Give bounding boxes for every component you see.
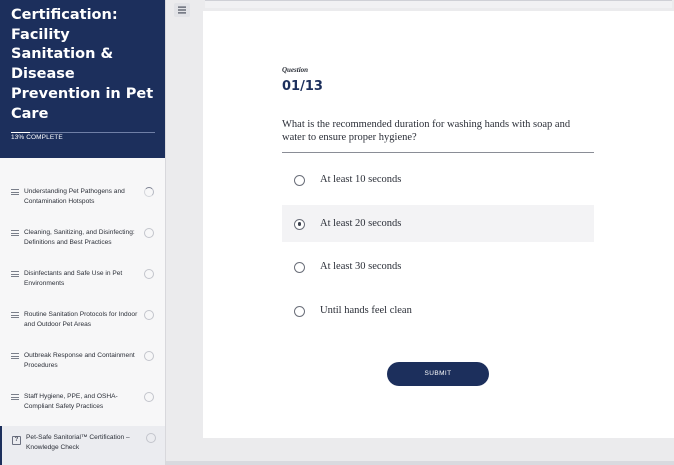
radio-button[interactable] bbox=[294, 175, 305, 186]
lines-icon bbox=[11, 394, 19, 402]
lesson-label: Pet-Safe Sanitorial™ Certification – Kno… bbox=[26, 434, 130, 451]
answer-option[interactable]: Until hands feel clean bbox=[282, 292, 594, 329]
answer-option[interactable]: At least 10 seconds bbox=[282, 161, 594, 198]
course-title: Sanitorial Certification: Facility Sanit… bbox=[11, 0, 154, 122]
course-sidebar: Sanitorial Certification: Facility Sanit… bbox=[0, 0, 166, 465]
submit-button[interactable]: SUBMIT bbox=[387, 362, 489, 386]
lesson-item[interactable]: Outbreak Response and Containment Proced… bbox=[0, 344, 165, 385]
question-icon: ? bbox=[12, 436, 21, 445]
progress-bar-fill bbox=[11, 132, 30, 133]
lesson-list: Understanding Pet Pathogens and Contamin… bbox=[0, 180, 165, 465]
status-circle-icon bbox=[144, 310, 154, 320]
lesson-label: Cleaning, Sanitizing, and Disinfecting: … bbox=[24, 229, 135, 246]
radio-button[interactable] bbox=[294, 262, 305, 273]
lesson-item[interactable]: Cleaning, Sanitizing, and Disinfecting: … bbox=[0, 221, 165, 262]
answer-option[interactable]: At least 30 seconds bbox=[282, 248, 594, 285]
radio-button[interactable] bbox=[294, 305, 305, 317]
answer-label: Until hands feel clean bbox=[320, 304, 412, 316]
lines-icon bbox=[11, 271, 19, 279]
lines-icon bbox=[11, 189, 19, 197]
lines-icon bbox=[11, 353, 19, 361]
lines-icon bbox=[11, 230, 19, 238]
answer-options: At least 10 seconds At least 20 seconds … bbox=[282, 161, 594, 335]
progress-label: 13% COMPLETE bbox=[11, 134, 63, 141]
status-circle-icon bbox=[144, 269, 154, 279]
lesson-label: Disinfectants and Safe Use in Pet Enviro… bbox=[24, 270, 123, 287]
lesson-item[interactable]: Routine Sanitation Protocols for Indoor … bbox=[0, 303, 165, 344]
lesson-label: Understanding Pet Pathogens and Contamin… bbox=[24, 188, 125, 205]
quiz-card: Question 01/13 What is the recommended d… bbox=[203, 11, 674, 438]
progress-bar bbox=[11, 132, 155, 133]
lesson-item[interactable]: Disinfectants and Safe Use in Pet Enviro… bbox=[0, 262, 165, 303]
in-progress-icon bbox=[144, 187, 154, 197]
question-number: 01/13 bbox=[282, 79, 323, 94]
answer-option-selected[interactable]: At least 20 seconds bbox=[282, 204, 594, 242]
status-circle-icon bbox=[144, 351, 154, 361]
sidebar-toggle-button[interactable] bbox=[174, 3, 190, 17]
lesson-item[interactable]: Understanding Pet Pathogens and Contamin… bbox=[0, 180, 165, 221]
lesson-item-current[interactable]: ? Pet-Safe Sanitorial™ Certification – K… bbox=[0, 426, 165, 465]
status-circle-icon bbox=[144, 228, 154, 238]
lesson-item[interactable]: Staff Hygiene, PPE, and OSHA-Compliant S… bbox=[0, 385, 165, 426]
lesson-label: Outbreak Response and Containment Proced… bbox=[24, 352, 135, 369]
status-circle-icon bbox=[146, 433, 156, 443]
top-scrollbar[interactable] bbox=[205, 0, 672, 8]
divider bbox=[282, 152, 594, 153]
lesson-label: Staff Hygiene, PPE, and OSHA-Compliant S… bbox=[24, 393, 118, 410]
sidebar-header: Sanitorial Certification: Facility Sanit… bbox=[0, 0, 165, 158]
lesson-label: Routine Sanitation Protocols for Indoor … bbox=[24, 311, 138, 328]
status-circle-icon bbox=[144, 392, 154, 402]
answer-label: At least 30 seconds bbox=[320, 261, 402, 272]
question-text: What is the recommended duration for was… bbox=[282, 119, 571, 143]
hamburger-icon bbox=[178, 6, 186, 14]
lines-icon bbox=[11, 312, 19, 320]
bottom-scrollbar[interactable] bbox=[166, 461, 674, 465]
answer-label: At least 20 seconds bbox=[320, 217, 402, 229]
answer-label: At least 10 seconds bbox=[320, 174, 402, 185]
question-eyebrow: Question bbox=[282, 66, 309, 74]
radio-button-checked[interactable] bbox=[294, 218, 305, 230]
